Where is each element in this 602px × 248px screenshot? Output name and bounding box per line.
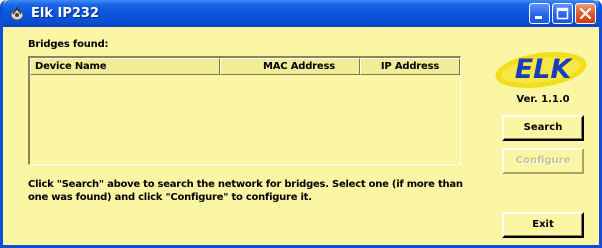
title-bar[interactable]: Elk IP232 bbox=[3, 0, 599, 27]
exit-button[interactable]: Exit bbox=[502, 212, 584, 238]
maximize-button[interactable] bbox=[552, 3, 573, 24]
bridges-found-label: Bridges found: bbox=[28, 39, 109, 50]
close-button[interactable] bbox=[575, 3, 596, 24]
elk-logo: ELK bbox=[495, 51, 587, 89]
logo-text: ELK bbox=[515, 54, 574, 85]
app-window: Elk IP232 Bridges found: Device Name MAC… bbox=[0, 0, 602, 248]
close-icon bbox=[579, 7, 592, 20]
column-device-name[interactable]: Device Name bbox=[30, 58, 220, 75]
column-mac-address[interactable]: MAC Address bbox=[220, 58, 360, 75]
configure-button[interactable]: Configure bbox=[502, 148, 584, 174]
column-ip-address[interactable]: IP Address bbox=[360, 58, 460, 75]
instructions-text: Click "Search" above to search the netwo… bbox=[28, 179, 463, 203]
bridges-list[interactable]: Device Name MAC Address IP Address bbox=[28, 56, 461, 165]
maximize-icon bbox=[556, 7, 569, 20]
app-icon[interactable] bbox=[9, 5, 26, 22]
minimize-icon bbox=[535, 16, 542, 19]
minimize-button[interactable] bbox=[529, 3, 550, 24]
version-label: Ver. 1.1.0 bbox=[516, 94, 570, 105]
search-button[interactable]: Search bbox=[502, 115, 584, 141]
window-title: Elk IP232 bbox=[31, 6, 100, 21]
list-header: Device Name MAC Address IP Address bbox=[30, 58, 460, 75]
